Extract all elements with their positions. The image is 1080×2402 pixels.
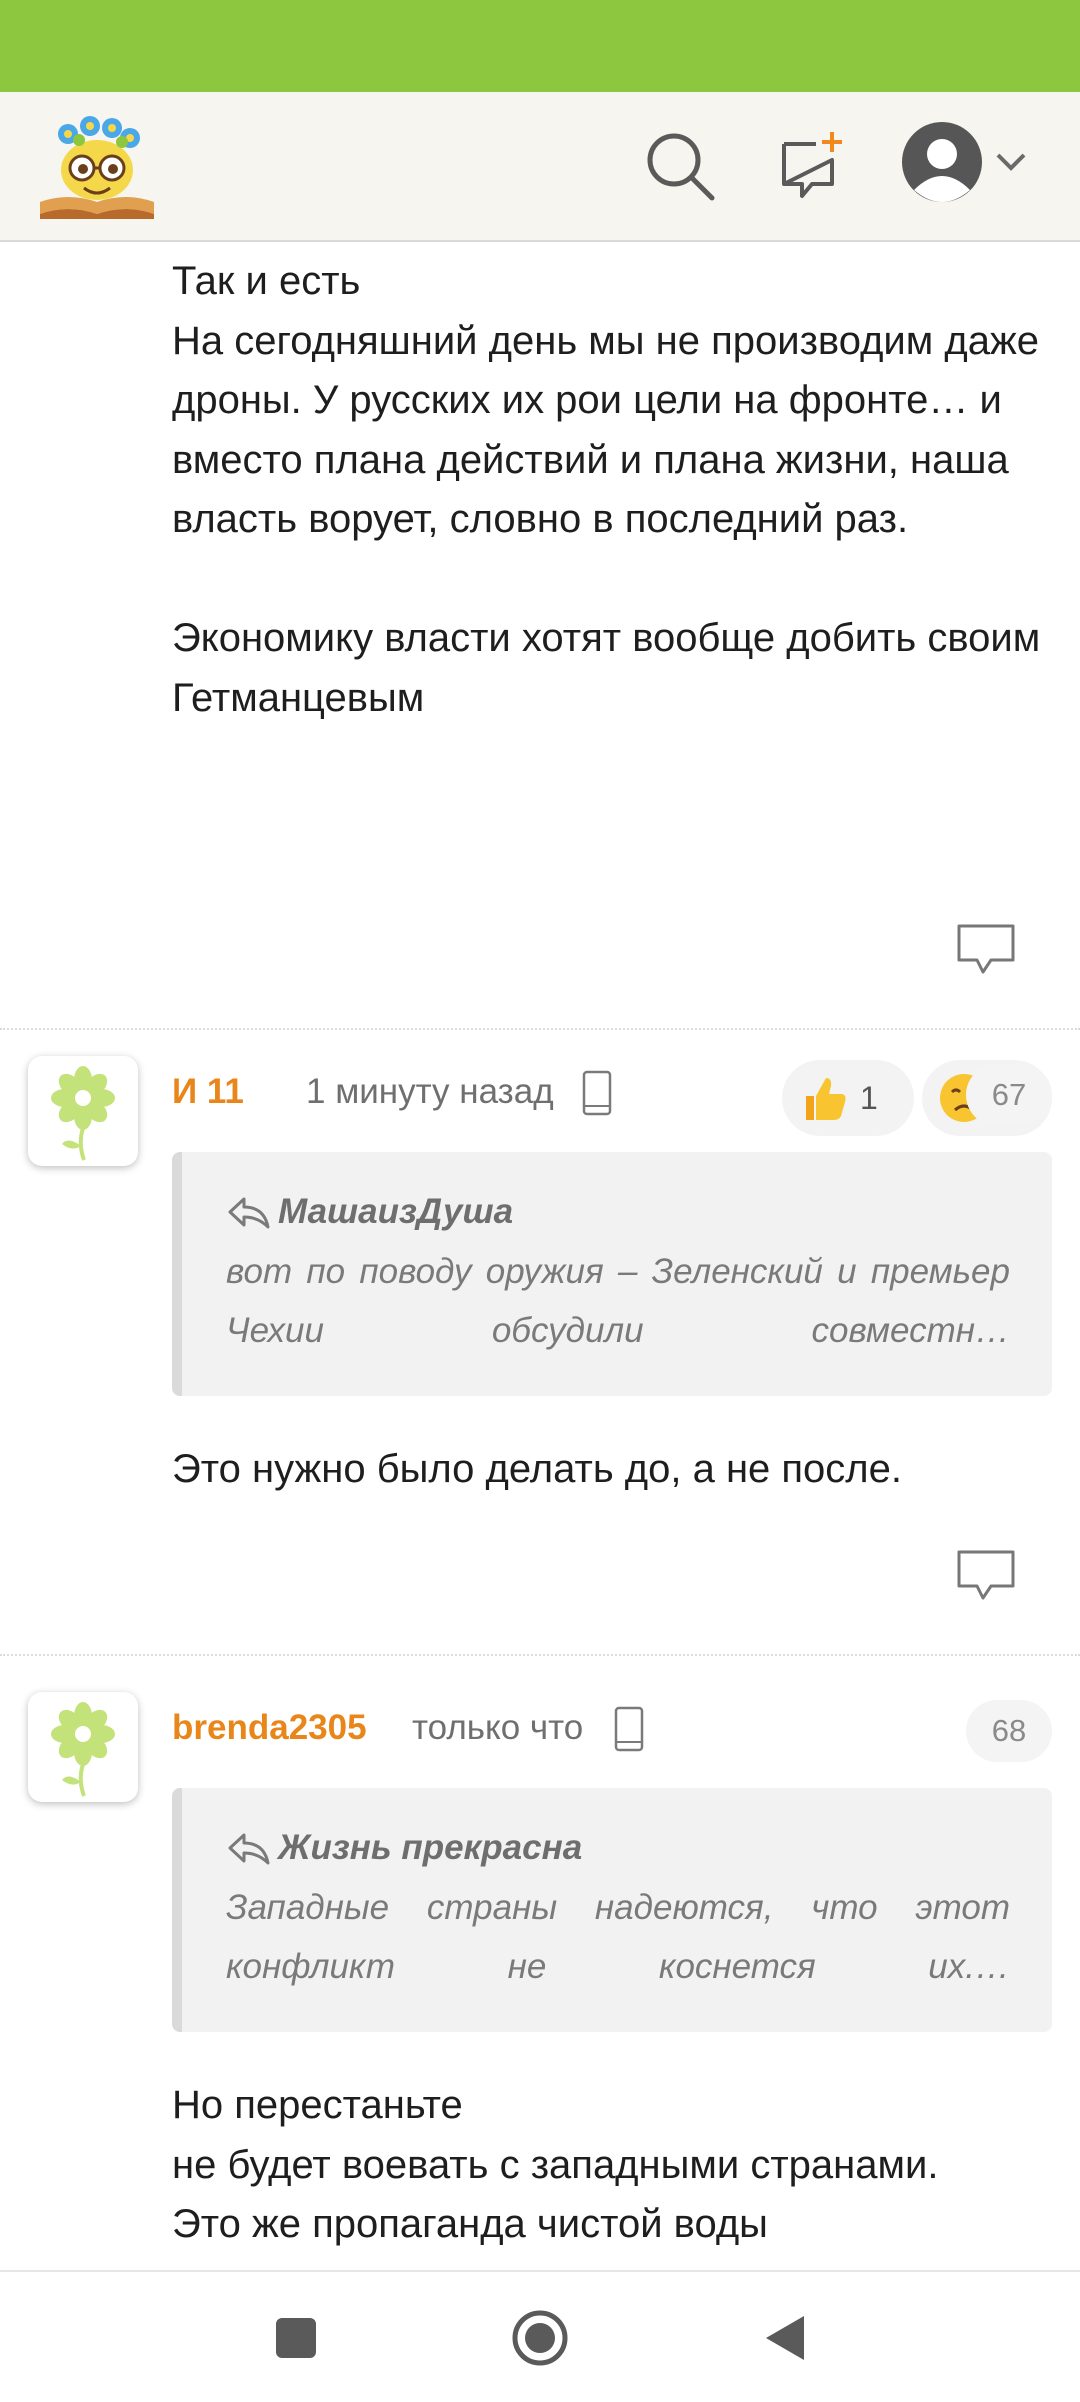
comment-time: 1 минуту назад — [306, 1072, 554, 1111]
thumbs-up-icon — [806, 1078, 846, 1120]
flower-avatar-icon — [51, 1702, 115, 1797]
flower-avatar-icon — [51, 1066, 115, 1161]
smiley-bookworm-logo[interactable] — [34, 110, 160, 220]
comment-author[interactable]: И 11 — [172, 1072, 244, 1112]
comment-number[interactable]: 67 — [966, 1064, 1052, 1126]
search-icon[interactable] — [640, 126, 720, 206]
quote-author: МашаизДуша — [278, 1192, 514, 1231]
recents-square-icon[interactable] — [266, 2308, 326, 2368]
system-nav-bar — [0, 2270, 1080, 2402]
quote-author: Жизнь прекрасна — [278, 1828, 583, 1867]
avatar[interactable] — [28, 1692, 138, 1802]
reply-arrow-icon — [228, 1197, 270, 1229]
avatar[interactable] — [28, 1056, 138, 1166]
quote-block[interactable]: МашаизДуша вот по поводу оружия – Зеленс… — [172, 1152, 1052, 1396]
reply-arrow-icon — [228, 1833, 270, 1865]
quote-text: вот по поводу оружия – Зеленский и премь… — [226, 1252, 1010, 1350]
reply-icon[interactable] — [955, 1548, 1017, 1604]
status-bar — [0, 0, 1080, 92]
quote-block[interactable]: Жизнь прекрасна Западные страны надеются… — [172, 1788, 1052, 2032]
comment-number[interactable]: 68 — [966, 1700, 1052, 1762]
comment-divider — [0, 1028, 1080, 1030]
comments-feed: Так и есть На сегодняшний день мы не про… — [0, 242, 1080, 2270]
app-header — [0, 92, 1080, 242]
quote-text: Западные страны надеются, что этот конфл… — [226, 1888, 1010, 1986]
user-avatar-icon[interactable] — [900, 120, 984, 204]
reaction-thumbs-up[interactable]: 1 — [782, 1060, 914, 1136]
chevron-down-icon[interactable] — [994, 150, 1028, 174]
comment-text: Но перестаньте не будет воевать с западн… — [172, 2083, 939, 2246]
comment-time: только что — [412, 1708, 584, 1747]
mobile-device-icon — [582, 1070, 612, 1116]
reply-icon[interactable] — [955, 922, 1017, 978]
new-post-icon[interactable] — [772, 126, 852, 206]
comment-divider — [0, 1654, 1080, 1656]
comment-text: Так и есть На сегодняшний день мы не про… — [172, 259, 1041, 720]
comment-author[interactable]: brenda2305 — [172, 1708, 367, 1748]
back-triangle-icon[interactable] — [756, 2308, 816, 2368]
comment-text: Это нужно было делать до, а не после. — [172, 1447, 902, 1491]
mobile-device-icon — [614, 1706, 644, 1752]
home-circle-icon[interactable] — [510, 2308, 570, 2368]
